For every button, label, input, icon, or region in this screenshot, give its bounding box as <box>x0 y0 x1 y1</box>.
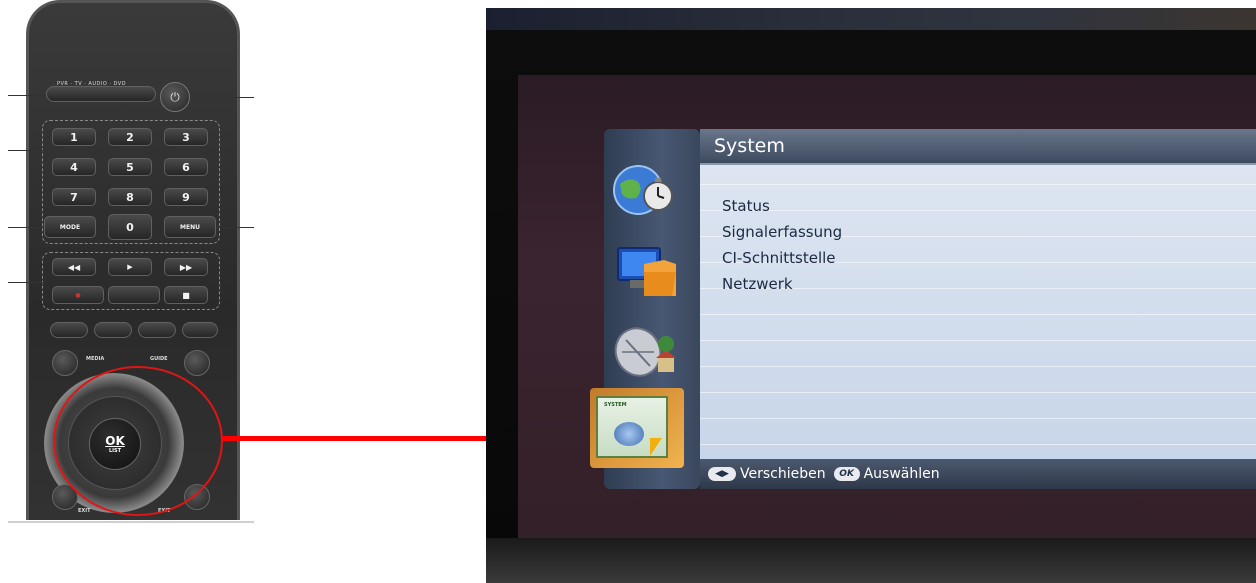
menu-item-netzwerk[interactable]: Netzwerk <box>722 271 842 297</box>
tv-background-strip <box>486 8 1256 30</box>
key-6[interactable]: 6 <box>164 158 208 176</box>
osd-menu-panel: System Status Signalerfassung CI-Schnitt… <box>700 129 1256 489</box>
callout-line-power <box>190 97 254 98</box>
menu-divider <box>700 366 1256 367</box>
media-button[interactable] <box>52 350 78 376</box>
key-2[interactable]: 2 <box>108 128 152 146</box>
key-1[interactable]: 1 <box>52 128 96 146</box>
remote-crop-line <box>8 521 254 523</box>
callout-line-numbers <box>8 150 44 151</box>
rewind-icon: ◀◀ <box>67 262 81 272</box>
tv-stand-area <box>486 538 1256 583</box>
menu-divider <box>700 340 1256 341</box>
record-icon: ● <box>75 291 81 299</box>
rewind-button[interactable]: ◀◀ <box>52 258 96 276</box>
red-key[interactable] <box>50 322 88 338</box>
forward-icon: ▶▶ <box>179 262 193 272</box>
system-icon-tag: SYSTEM <box>604 402 627 408</box>
guide-button[interactable] <box>184 350 210 376</box>
callout-line-menu <box>216 227 254 228</box>
select-hint-label: Auswählen <box>863 466 940 482</box>
chart-icon <box>614 422 644 446</box>
left-right-key-icon: ◀▶ <box>708 467 736 481</box>
key-3[interactable]: 3 <box>164 128 208 146</box>
menu-divider <box>700 184 1256 185</box>
callout-line-mode <box>8 227 44 228</box>
power-button[interactable]: ⏻ <box>160 82 190 112</box>
satellite-dish-icon[interactable] <box>610 322 678 382</box>
menu-divider <box>700 314 1256 315</box>
mode-button[interactable]: MODE <box>44 216 96 238</box>
pointer-cursor-icon <box>650 438 662 456</box>
source-selector-button[interactable] <box>46 86 156 102</box>
media-label: MEDIA <box>86 356 105 362</box>
menu-item-signalerfassung[interactable]: Signalerfassung <box>722 219 842 245</box>
menu-divider <box>700 392 1256 393</box>
key-5[interactable]: 5 <box>108 158 152 176</box>
key-8[interactable]: 8 <box>108 188 152 206</box>
globe-clock-icon[interactable] <box>610 160 676 218</box>
ok-key-icon: OK <box>833 467 860 481</box>
stop-icon: ■ <box>182 290 190 300</box>
play-button[interactable]: ▶ <box>108 258 152 276</box>
power-icon: ⏻ <box>170 89 180 104</box>
menu-divider <box>700 418 1256 419</box>
guide-label: GUIDE <box>150 356 168 362</box>
osd-footer: ◀▶ Verschieben OK Auswählen <box>700 459 1256 489</box>
menu-item-ci-schnittstelle[interactable]: CI-Schnittstelle <box>722 245 842 271</box>
monitor-folder-icon[interactable] <box>614 242 680 300</box>
exit-label: EXIT <box>78 508 91 514</box>
menu-item-status[interactable]: Status <box>722 193 842 219</box>
system-settings-icon[interactable]: SYSTEM <box>590 388 684 468</box>
pause-button[interactable] <box>108 286 160 304</box>
osd-title: System <box>714 135 785 157</box>
tv-photo: SYSTEM System Status Signalerfassung CI-… <box>486 8 1256 583</box>
blue-key[interactable] <box>182 322 218 338</box>
forward-button[interactable]: ▶▶ <box>164 258 208 276</box>
yellow-key[interactable] <box>138 322 176 338</box>
osd-menu-list: Status Signalerfassung CI-Schnittstelle … <box>722 193 842 297</box>
key-7[interactable]: 7 <box>52 188 96 206</box>
ok-button-highlight-circle <box>53 366 223 516</box>
move-hint-label: Verschieben <box>740 466 826 482</box>
stop-button[interactable]: ■ <box>164 286 208 304</box>
osd-header: System <box>700 129 1256 165</box>
callout-line-source <box>8 95 46 96</box>
callout-line-transport <box>8 282 44 283</box>
menu-divider <box>700 444 1256 445</box>
key-0[interactable]: 0 <box>108 214 152 240</box>
record-button[interactable]: ● <box>52 286 104 304</box>
key-4[interactable]: 4 <box>52 158 96 176</box>
green-key[interactable] <box>94 322 132 338</box>
menu-button[interactable]: MENU <box>164 216 216 238</box>
play-icon: ▶ <box>127 263 133 271</box>
key-9[interactable]: 9 <box>164 188 208 206</box>
